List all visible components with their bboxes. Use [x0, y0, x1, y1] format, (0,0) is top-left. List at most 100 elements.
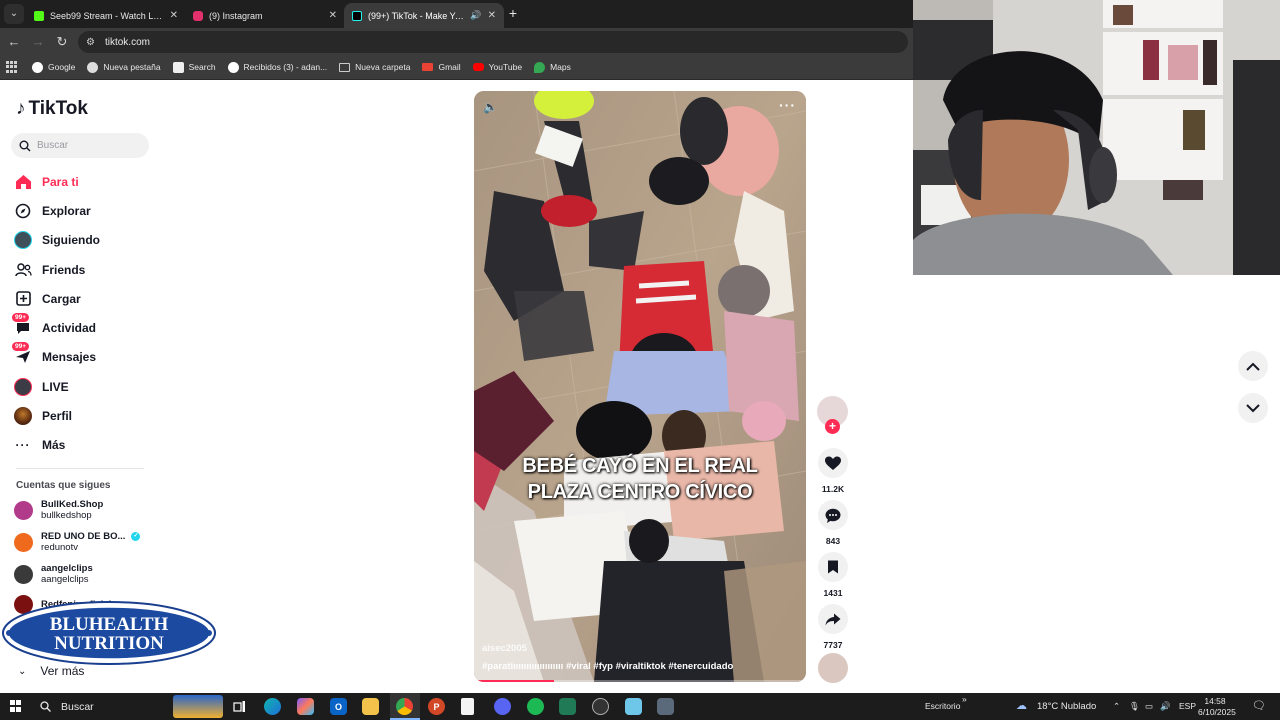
outlook-icon[interactable]: O — [330, 698, 347, 715]
sidebar-item-perfil[interactable]: Perfil — [14, 401, 154, 430]
windows-start-icon[interactable] — [10, 700, 22, 712]
brand-name: TikTok — [28, 98, 88, 119]
more-options-icon[interactable]: ··· — [779, 97, 796, 113]
sidebar-item-para-ti[interactable]: Para ti — [14, 167, 154, 196]
bookmark-label: Nueva carpeta — [355, 62, 411, 72]
video-hashtags[interactable]: #paratiııııııııııııııııııı #viral #fyp #… — [482, 661, 733, 672]
bookmark-search[interactable]: Search — [172, 61, 216, 73]
folder-icon — [339, 62, 351, 72]
sidebar-item-explorar[interactable]: Explorar — [14, 196, 154, 225]
bookmark-gmail[interactable]: Gmail — [422, 62, 461, 72]
browser-tab-bar: ⌄ Seeb99 Stream - Watch Live on ✕ (9) In… — [0, 0, 913, 28]
tab-search-menu-button[interactable]: ⌄ — [4, 4, 24, 24]
following-account[interactable]: aangelclips aangelclips — [14, 563, 93, 585]
address-bar[interactable]: ⚙ tiktok.com — [78, 31, 908, 53]
save-button[interactable]: 1431 — [816, 552, 850, 598]
copilot-icon[interactable] — [297, 698, 314, 715]
save-count: 1431 — [823, 588, 843, 598]
sidebar-item-mensajes[interactable]: 99+ Mensajes — [12, 342, 154, 372]
close-icon[interactable]: ✕ — [329, 10, 337, 21]
sidebar-item-label: Siguiendo — [42, 233, 100, 248]
document-icon[interactable] — [461, 698, 474, 715]
sidebar-item-cargar[interactable]: Cargar — [14, 284, 154, 313]
like-button[interactable]: 11.2K — [816, 448, 850, 494]
bookmark-maps[interactable]: Maps — [534, 61, 571, 73]
tray-chevron-up-icon[interactable]: ⌃ — [1113, 701, 1120, 712]
sidebar-item-label: Más — [42, 438, 66, 453]
tab-instagram[interactable]: (9) Instagram ✕ — [185, 3, 345, 28]
see-more-link[interactable]: ⌄ Ver más — [18, 664, 84, 678]
taskbar-search[interactable]: Buscar — [34, 695, 170, 718]
bookmark-google[interactable]: Google — [32, 61, 75, 73]
next-video-button[interactable] — [1238, 393, 1268, 423]
video-progress-bar[interactable] — [474, 680, 806, 682]
spreadsheet-icon[interactable] — [559, 698, 576, 715]
tab-title: (9) Instagram — [209, 10, 263, 21]
search-input[interactable]: Buscar — [11, 133, 149, 158]
youtube-icon — [472, 63, 484, 71]
sidebar-item-label: Cargar — [42, 291, 81, 306]
chevron-down-icon — [1246, 403, 1260, 412]
tab-title: (99+) TikTok - Make Your Da — [368, 10, 467, 21]
microphone-icon[interactable]: 🎙 — [1129, 701, 1140, 712]
tab-tiktok[interactable]: (99+) TikTok - Make Your Da 🔊 ✕ — [344, 3, 504, 28]
chrome-icon[interactable] — [396, 698, 413, 715]
search-highlight-icon[interactable] — [173, 695, 223, 718]
sidebar-nav: Para ti Explorar Siguiendo Friends Carga… — [12, 167, 154, 460]
notification-badge: 99+ — [12, 313, 30, 323]
video-author[interactable]: aisec2005 — [482, 643, 527, 654]
spotify-icon[interactable] — [527, 698, 544, 715]
notepad-icon[interactable] — [625, 698, 642, 715]
music-disc-icon[interactable] — [818, 653, 848, 683]
new-tab-button[interactable]: + — [504, 4, 522, 22]
more-icon: ··· — [15, 438, 31, 453]
search-icon — [172, 61, 184, 73]
file-explorer-icon[interactable] — [362, 698, 379, 715]
weather-widget[interactable]: 18°C Nublado — [1037, 701, 1096, 712]
close-icon[interactable]: ✕ — [488, 10, 496, 21]
tiktok-logo[interactable]: ♪ TikTok — [16, 98, 88, 120]
forward-button[interactable]: → — [28, 32, 48, 52]
following-account[interactable]: RED UNO DE BO... ✓ redunotv — [14, 531, 141, 553]
tab-kick-stream[interactable]: Seeb99 Stream - Watch Live on ✕ — [26, 3, 186, 28]
share-button[interactable]: 7737 — [816, 604, 850, 650]
previous-video-button[interactable] — [1238, 351, 1268, 381]
upload-icon — [14, 290, 32, 308]
bookmark-inbox[interactable]: Recibidos (3) - adan... — [227, 61, 327, 73]
follow-plus-button[interactable]: + — [825, 419, 840, 434]
network-icon[interactable]: ▭ — [1145, 701, 1153, 712]
notifications-icon[interactable]: 🗨 — [1252, 699, 1266, 712]
obs-icon[interactable] — [592, 698, 609, 715]
toolbar-expand-icon[interactable]: » — [962, 694, 967, 704]
reload-button[interactable]: ↻ — [52, 32, 72, 52]
sidebar-item-siguiendo[interactable]: Siguiendo — [14, 226, 154, 255]
bookmark-folder[interactable]: Nueva carpeta — [339, 62, 410, 72]
bookmark-youtube[interactable]: YouTube — [472, 62, 522, 72]
powerpoint-icon[interactable]: P — [428, 698, 445, 715]
discord-icon[interactable] — [494, 698, 511, 715]
system-clock[interactable]: 14:58 6/10/2025 — [1198, 696, 1236, 718]
site-info-icon[interactable]: ⚙ — [86, 37, 95, 48]
video-player[interactable]: 🔈 ··· BEBÉ CAYÓ EN EL REAL PLAZA CENTRO … — [474, 91, 806, 682]
volume-icon[interactable]: 🔈 — [483, 100, 498, 114]
comment-button[interactable]: 843 — [816, 500, 850, 546]
google-icon — [227, 61, 239, 73]
desktop-toolbar-label[interactable]: Escritorio — [925, 701, 960, 711]
calculator-icon[interactable] — [657, 698, 674, 715]
volume-icon[interactable]: 🔊 — [1160, 701, 1171, 712]
back-button[interactable]: ← — [4, 32, 24, 52]
sidebar-item-live[interactable]: LIVE — [14, 372, 154, 401]
edge-icon[interactable] — [264, 698, 281, 715]
apps-grid-icon[interactable] — [6, 61, 18, 73]
sidebar-item-mas[interactable]: ··· Más — [14, 431, 154, 460]
language-indicator[interactable]: ESP — [1179, 701, 1196, 711]
following-account[interactable]: BullKed.Shop bullkedshop — [14, 499, 103, 521]
close-icon[interactable]: ✕ — [170, 10, 178, 21]
bookmark-new-tab[interactable]: Nueva pestaña — [87, 61, 161, 73]
share-icon — [818, 604, 848, 634]
speaker-icon[interactable]: 🔊 — [470, 10, 481, 21]
sidebar-item-actividad[interactable]: 99+ Actividad — [12, 313, 154, 342]
see-more-label: Ver más — [40, 664, 85, 678]
task-view-icon[interactable] — [231, 698, 248, 715]
sidebar-item-friends[interactable]: Friends — [14, 255, 154, 284]
